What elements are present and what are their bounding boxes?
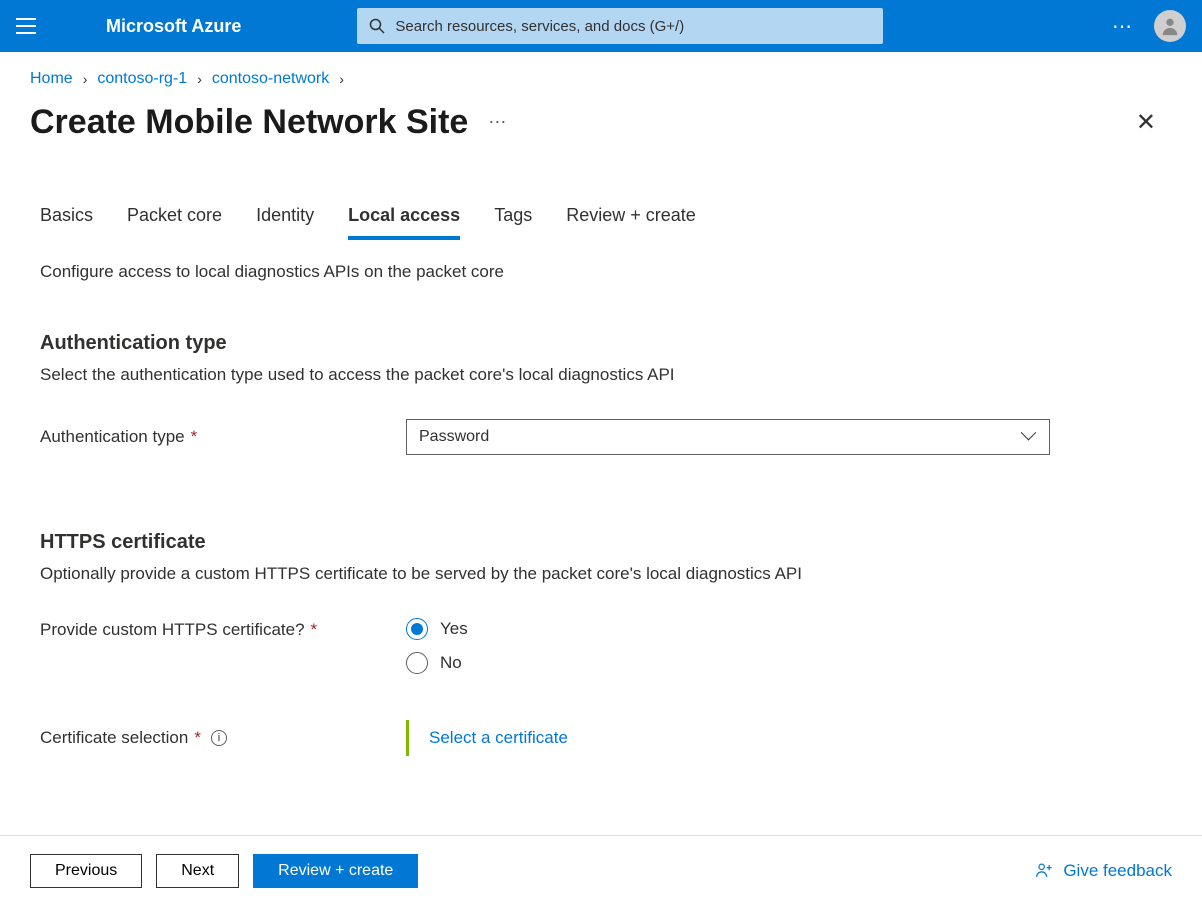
tab-review-create[interactable]: Review + create [566, 205, 696, 240]
cert-selection-label: Certificate selection * i [40, 720, 406, 756]
tab-identity[interactable]: Identity [256, 205, 314, 240]
radio-yes-label: Yes [440, 619, 468, 639]
breadcrumb: Home › contoso-rg-1 › contoso-network › [0, 52, 1202, 94]
radio-icon [406, 652, 428, 674]
select-certificate-link[interactable]: Select a certificate [429, 728, 568, 747]
feedback-label: Give feedback [1063, 861, 1172, 881]
radio-no[interactable]: No [406, 652, 468, 674]
feedback-icon [1035, 861, 1055, 881]
close-icon[interactable]: ✕ [1128, 100, 1164, 145]
previous-button[interactable]: Previous [30, 854, 142, 888]
breadcrumb-rg[interactable]: contoso-rg-1 [97, 70, 187, 88]
search-wrap [357, 8, 883, 44]
avatar[interactable] [1154, 10, 1186, 42]
cert-selection-row: Certificate selection * i Select a certi… [40, 720, 1162, 756]
radio-icon [406, 618, 428, 640]
provide-cert-row: Provide custom HTTPS certificate? * Yes … [40, 618, 1162, 674]
top-bar: Microsoft Azure ⋯ [0, 0, 1202, 52]
auth-type-select[interactable]: Password [406, 419, 1050, 455]
auth-type-value: Password [419, 428, 489, 446]
title-row: Create Mobile Network Site ⋯ ✕ [0, 94, 1202, 145]
auth-type-label: Authentication type * [40, 427, 406, 447]
chevron-right-icon: › [83, 71, 88, 87]
radio-no-label: No [440, 653, 462, 673]
provide-cert-label: Provide custom HTTPS certificate? * [40, 618, 406, 640]
review-create-button[interactable]: Review + create [253, 854, 418, 888]
tab-local-access[interactable]: Local access [348, 205, 460, 240]
search-icon [369, 18, 385, 34]
next-button[interactable]: Next [156, 854, 239, 888]
required-icon: * [311, 620, 318, 640]
tab-packet-core[interactable]: Packet core [127, 205, 222, 240]
auth-type-row: Authentication type * Password [40, 419, 1162, 455]
cert-link-wrap: Select a certificate [406, 720, 588, 756]
search-box[interactable] [357, 8, 883, 44]
menu-icon[interactable] [16, 14, 40, 38]
auth-type-label-text: Authentication type [40, 427, 185, 447]
more-icon[interactable]: ⋯ [1112, 14, 1134, 39]
footer: Previous Next Review + create Give feedb… [0, 835, 1202, 906]
title-more-icon[interactable]: ⋯ [488, 112, 506, 133]
cert-section-title: HTTPS certificate [40, 531, 1162, 554]
provide-cert-radio-group: Yes No [406, 618, 468, 674]
chevron-right-icon: › [197, 71, 202, 87]
tab-tags[interactable]: Tags [494, 205, 532, 240]
chevron-right-icon: › [339, 71, 344, 87]
required-icon: * [194, 728, 201, 748]
content: Configure access to local diagnostics AP… [0, 240, 1202, 756]
breadcrumb-network[interactable]: contoso-network [212, 70, 329, 88]
auth-section-title: Authentication type [40, 332, 1162, 355]
cert-selection-label-text: Certificate selection [40, 728, 188, 748]
cert-section-desc: Optionally provide a custom HTTPS certif… [40, 564, 1162, 584]
required-icon: * [191, 427, 198, 447]
give-feedback-link[interactable]: Give feedback [1035, 861, 1172, 881]
radio-yes[interactable]: Yes [406, 618, 468, 640]
brand-label[interactable]: Microsoft Azure [106, 16, 241, 37]
auth-section-desc: Select the authentication type used to a… [40, 365, 1162, 385]
search-input[interactable] [395, 18, 871, 35]
topbar-right: ⋯ [1112, 10, 1186, 42]
provide-cert-label-text: Provide custom HTTPS certificate? [40, 620, 305, 640]
breadcrumb-home[interactable]: Home [30, 70, 73, 88]
person-icon [1159, 15, 1181, 37]
tab-basics[interactable]: Basics [40, 205, 93, 240]
page-title: Create Mobile Network Site [30, 103, 468, 142]
tabs: Basics Packet core Identity Local access… [0, 145, 1202, 240]
info-icon[interactable]: i [211, 730, 227, 746]
chevron-down-icon [1023, 430, 1037, 444]
intro-text: Configure access to local diagnostics AP… [40, 262, 1162, 282]
